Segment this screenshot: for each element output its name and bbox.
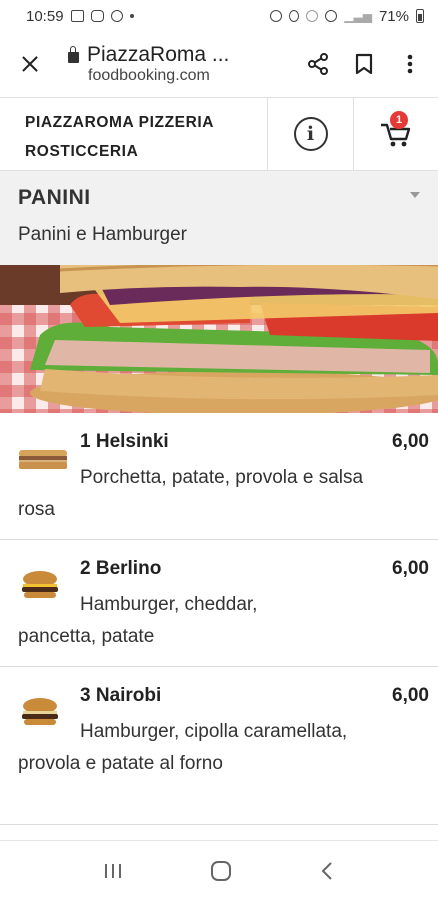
system-nav-bar [0, 840, 438, 900]
browser-toolbar: PiazzaRoma ... foodbooking.com [0, 32, 438, 96]
app-notification-icon [110, 10, 123, 22]
more-notifications-icon [129, 14, 134, 18]
menu-item-image [22, 698, 58, 725]
battery-icon [416, 9, 424, 23]
wifi-icon [306, 10, 319, 22]
back-icon[interactable] [318, 860, 336, 882]
info-button[interactable]: i [268, 98, 354, 170]
info-icon: i [293, 117, 328, 151]
bookmark-button[interactable] [346, 46, 382, 82]
page-title: PiazzaRoma ... [87, 43, 230, 66]
share-icon [308, 53, 328, 75]
recent-apps-icon[interactable] [102, 861, 124, 881]
menu-item-image [22, 571, 58, 598]
page-domain: foodbooking.com [88, 67, 210, 84]
more-vert-icon [407, 54, 413, 74]
menu-item-price: 6,00 [392, 685, 429, 706]
restaurant-name-line1: PIAZZAROMA PIZZERIA [25, 114, 215, 131]
restaurant-name[interactable]: PIAZZAROMA PIZZERIA ROSTICCERIA [0, 98, 268, 170]
category-banner-image [0, 265, 438, 413]
restaurant-header: PIAZZAROMA PIZZERIA ROSTICCERIA i 1 [0, 97, 438, 171]
lock-icon [68, 45, 79, 63]
category-subtitle: Panini e Hamburger [18, 224, 187, 245]
menu-item-list: 1 Helsinki 6,00 Porchetta, patate, provo… [0, 413, 438, 825]
status-bar: 10:59 ▁▃▅ 71% [0, 0, 438, 32]
alarm-icon [270, 10, 283, 22]
signal-icon: ▁▃▅ [344, 9, 372, 23]
bookmark-icon [355, 53, 373, 75]
location-icon [289, 10, 300, 22]
menu-item-name: 3 Nairobi [80, 685, 162, 706]
cart-button[interactable]: 1 [354, 98, 438, 170]
menu-item-price: 6,00 [392, 558, 429, 579]
menu-item[interactable]: 1 Helsinki 6,00 Porchetta, patate, provo… [0, 413, 438, 540]
gallery-icon [70, 10, 84, 22]
menu-item-image [19, 450, 67, 469]
category-section[interactable]: PANINI Panini e Hamburger [0, 171, 438, 265]
share-button[interactable] [300, 46, 336, 82]
status-time: 10:59 [26, 7, 64, 25]
menu-item-name: 1 Helsinki [80, 431, 169, 452]
menu-item[interactable]: 2 Berlino 6,00 Hamburger, cheddar, pance… [0, 540, 438, 667]
menu-item-description: Hamburger, cipolla caramellata, provola … [18, 721, 348, 774]
more-button[interactable] [392, 46, 428, 82]
instagram-icon [90, 10, 104, 22]
battery-percent: 71% [378, 7, 409, 25]
chevron-down-icon[interactable] [410, 192, 420, 198]
home-icon[interactable] [209, 859, 233, 883]
menu-item-price: 6,00 [392, 431, 429, 452]
category-title: PANINI [18, 186, 91, 209]
close-icon[interactable] [18, 52, 42, 76]
restaurant-name-line2: ROSTICCERIA [25, 143, 139, 160]
menu-item[interactable]: 3 Nairobi 6,00 Hamburger, cipolla carame… [0, 667, 438, 825]
menu-item-description: Hamburger, cheddar, pancetta, patate [18, 594, 258, 647]
cart-count-badge: 1 [390, 111, 408, 129]
url-block[interactable]: PiazzaRoma ... foodbooking.com [68, 43, 290, 85]
menu-item-name: 2 Berlino [80, 558, 162, 579]
do-not-disturb-icon [325, 10, 338, 22]
